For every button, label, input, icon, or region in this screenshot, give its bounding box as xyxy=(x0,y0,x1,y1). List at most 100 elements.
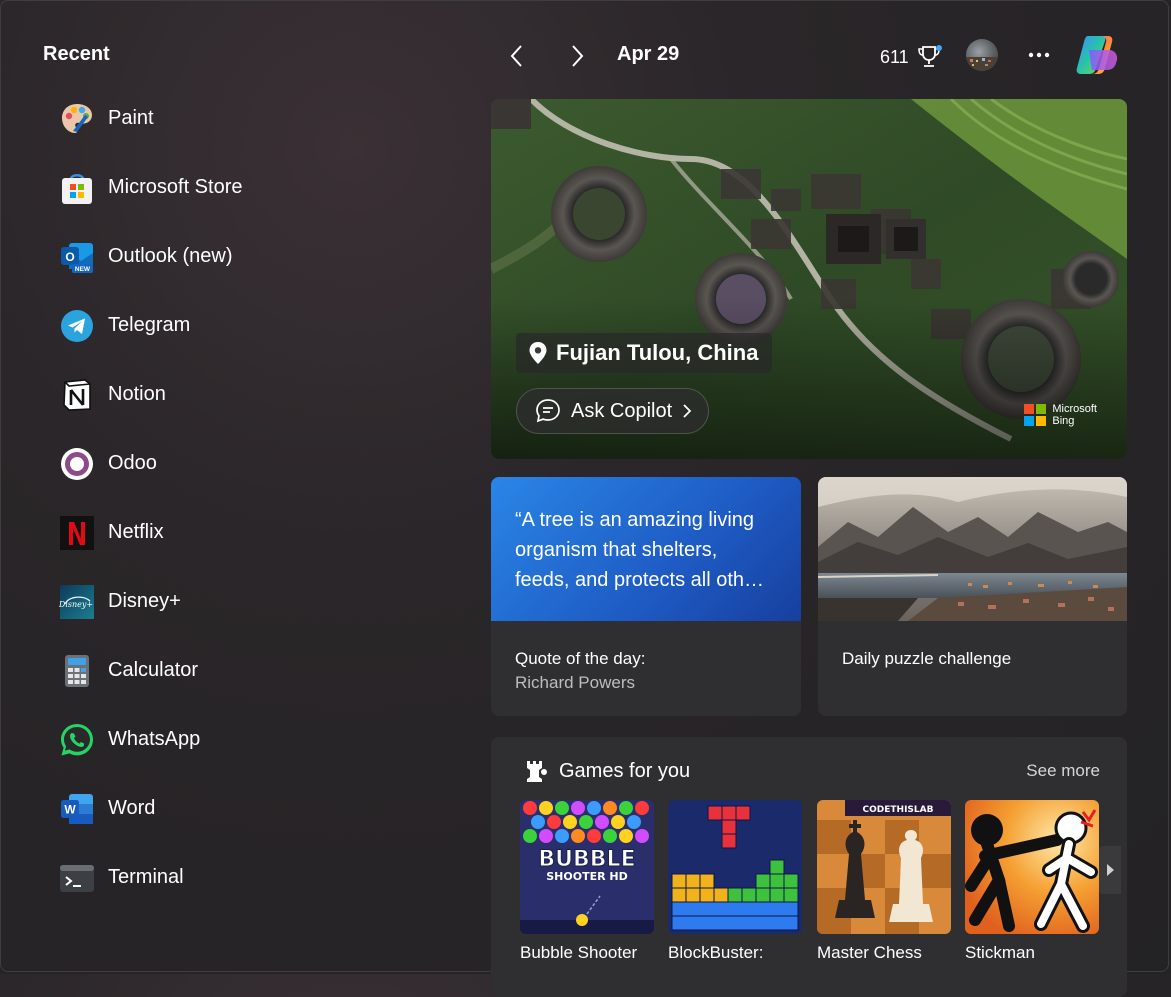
quote-of-the-day-card[interactable]: “A tree is an amazing living organism th… xyxy=(491,477,801,716)
games-title: Games for you xyxy=(559,759,691,782)
ask-copilot-button[interactable]: Ask Copilot xyxy=(516,388,710,434)
netflix-icon xyxy=(58,514,96,552)
location-pin-icon xyxy=(529,342,547,364)
puzzle-card-title: Daily puzzle challenge xyxy=(842,649,1012,668)
games-heading: Games for you xyxy=(523,758,690,784)
mountain-lake-photo xyxy=(818,477,1127,621)
telegram-icon xyxy=(58,307,96,345)
master-chess-art: CODETHISLAB xyxy=(817,800,951,934)
game-thumbnail: BUBBLE SHOOTER HD xyxy=(520,800,654,934)
svg-text:O: O xyxy=(65,250,74,264)
recent-app-label: Disney+ xyxy=(108,590,181,612)
quote-author: Richard Powers xyxy=(515,673,635,692)
next-day-button[interactable] xyxy=(559,38,595,74)
blockbuster-art xyxy=(668,800,802,934)
recent-app-label: Netflix xyxy=(108,521,164,543)
bing-image-of-the-day[interactable]: Fujian Tulou, China Ask Copilot Microsof… xyxy=(491,99,1127,459)
quote-text: “A tree is an amazing living organism th… xyxy=(515,509,765,591)
bubble-shooter-logo-text: BUBBLE xyxy=(538,847,635,872)
stickman-fighting-art xyxy=(965,800,1099,934)
previous-day-button[interactable] xyxy=(499,38,535,74)
location-text: Fujian Tulou, China xyxy=(556,340,759,365)
microsoft-logo-icon xyxy=(1024,404,1047,426)
rewards-points-button[interactable]: 611 xyxy=(880,44,943,70)
recent-app-word[interactable]: W Word xyxy=(55,774,435,843)
paint-icon xyxy=(58,100,96,138)
notion-icon xyxy=(58,376,96,414)
recent-app-notion[interactable]: Notion xyxy=(55,360,435,429)
recent-app-label: Odoo xyxy=(108,452,157,474)
quote-card-title: Quote of the day: xyxy=(515,649,646,668)
game-name: Master Chess xyxy=(817,943,922,962)
recent-app-whatsapp[interactable]: WhatsApp xyxy=(55,705,435,774)
chat-bubble-icon xyxy=(536,399,560,423)
recent-app-odoo[interactable]: Odoo xyxy=(55,429,435,498)
codethislab-text: CODETHISLAB xyxy=(863,805,934,815)
games-for-you-widget: Games for you See more BUBBLE SHOOTER HD… xyxy=(491,737,1127,997)
current-date: Apr 29 xyxy=(617,43,680,65)
microsoft-store-icon xyxy=(58,169,96,207)
odoo-icon xyxy=(58,445,96,483)
word-icon: W xyxy=(58,790,96,828)
ask-copilot-label: Ask Copilot xyxy=(571,399,673,422)
recent-app-list: Paint Microsoft Store O NEW Outlook (new… xyxy=(55,84,435,912)
copilot-icon xyxy=(1076,36,1118,74)
recent-app-terminal[interactable]: Terminal xyxy=(55,843,435,912)
recent-app-label: Terminal xyxy=(108,866,184,888)
recent-app-outlook[interactable]: O NEW Outlook (new) xyxy=(55,222,435,291)
recent-app-label: Microsoft Store xyxy=(108,176,243,198)
game-thumbnail xyxy=(965,800,1099,934)
whatsapp-icon xyxy=(58,721,96,759)
svg-text:W: W xyxy=(64,802,76,816)
see-more-link[interactable]: See more xyxy=(1026,761,1100,781)
game-thumbnail: CODETHISLAB xyxy=(817,800,951,934)
recent-app-disney-plus[interactable]: Disney+ Disney+ xyxy=(55,567,435,636)
calculator-icon xyxy=(58,652,96,690)
caret-right-icon xyxy=(1107,864,1114,876)
rewards-points-value: 611 xyxy=(880,46,909,67)
recent-app-telegram[interactable]: Telegram xyxy=(55,291,435,360)
bubble-shooter-art: BUBBLE SHOOTER HD xyxy=(520,800,654,934)
recent-heading: Recent xyxy=(43,43,110,65)
game-tile-bubble-shooter[interactable]: BUBBLE SHOOTER HD Bubble Shooter xyxy=(520,800,654,964)
recent-app-label: WhatsApp xyxy=(108,728,201,750)
microsoft-bing-logo: Microsoft Bing xyxy=(1024,403,1097,427)
recent-app-calculator[interactable]: Calculator xyxy=(55,636,435,705)
svg-text:Disney+: Disney+ xyxy=(59,600,93,609)
recent-app-label: Word xyxy=(108,797,156,819)
puzzle-image xyxy=(818,477,1127,621)
recent-app-paint[interactable]: Paint xyxy=(55,84,435,153)
recent-app-label: Calculator xyxy=(108,659,199,681)
chevron-right-icon xyxy=(572,45,584,67)
recent-app-label: Outlook (new) xyxy=(108,245,233,267)
copilot-button[interactable] xyxy=(1072,30,1122,80)
quote-banner: “A tree is an amazing living organism th… xyxy=(491,477,801,621)
recent-app-netflix[interactable]: Netflix xyxy=(55,498,435,567)
bubble-shooter-logo-subtext: SHOOTER HD xyxy=(546,870,628,883)
game-thumbnail xyxy=(668,800,802,934)
game-tile-stickman-fighting[interactable]: Stickman xyxy=(965,800,1099,964)
daily-puzzle-card[interactable]: Daily puzzle challenge xyxy=(818,477,1127,716)
recent-app-microsoft-store[interactable]: Microsoft Store xyxy=(55,153,435,222)
more-options-button[interactable] xyxy=(1024,40,1054,70)
trophy-icon xyxy=(917,45,942,67)
avatar-image xyxy=(966,57,998,71)
games-scroll-next-button[interactable] xyxy=(1099,846,1121,894)
user-avatar[interactable] xyxy=(966,39,998,71)
game-name: Bubble Shooter xyxy=(520,943,638,962)
svg-text:NEW: NEW xyxy=(75,266,91,273)
chevron-left-icon xyxy=(510,45,522,67)
chess-rook-icon xyxy=(527,761,547,782)
game-name: Stickman xyxy=(965,943,1035,962)
ellipsis-icon xyxy=(1028,52,1050,58)
recent-app-label: Notion xyxy=(108,383,166,405)
game-tile-blockbuster[interactable]: BlockBuster: xyxy=(668,800,802,964)
chevron-right-icon xyxy=(683,404,692,418)
bing-text-line2: Bing xyxy=(1052,415,1075,427)
recent-app-label: Telegram xyxy=(108,314,191,336)
disney-plus-icon: Disney+ xyxy=(58,583,96,621)
image-location-label[interactable]: Fujian Tulou, China xyxy=(516,333,773,373)
bing-text-line1: Microsoft xyxy=(1052,403,1097,415)
outlook-icon: O NEW xyxy=(58,238,96,276)
game-tile-master-chess[interactable]: CODETHISLAB Master Chess xyxy=(817,800,951,964)
